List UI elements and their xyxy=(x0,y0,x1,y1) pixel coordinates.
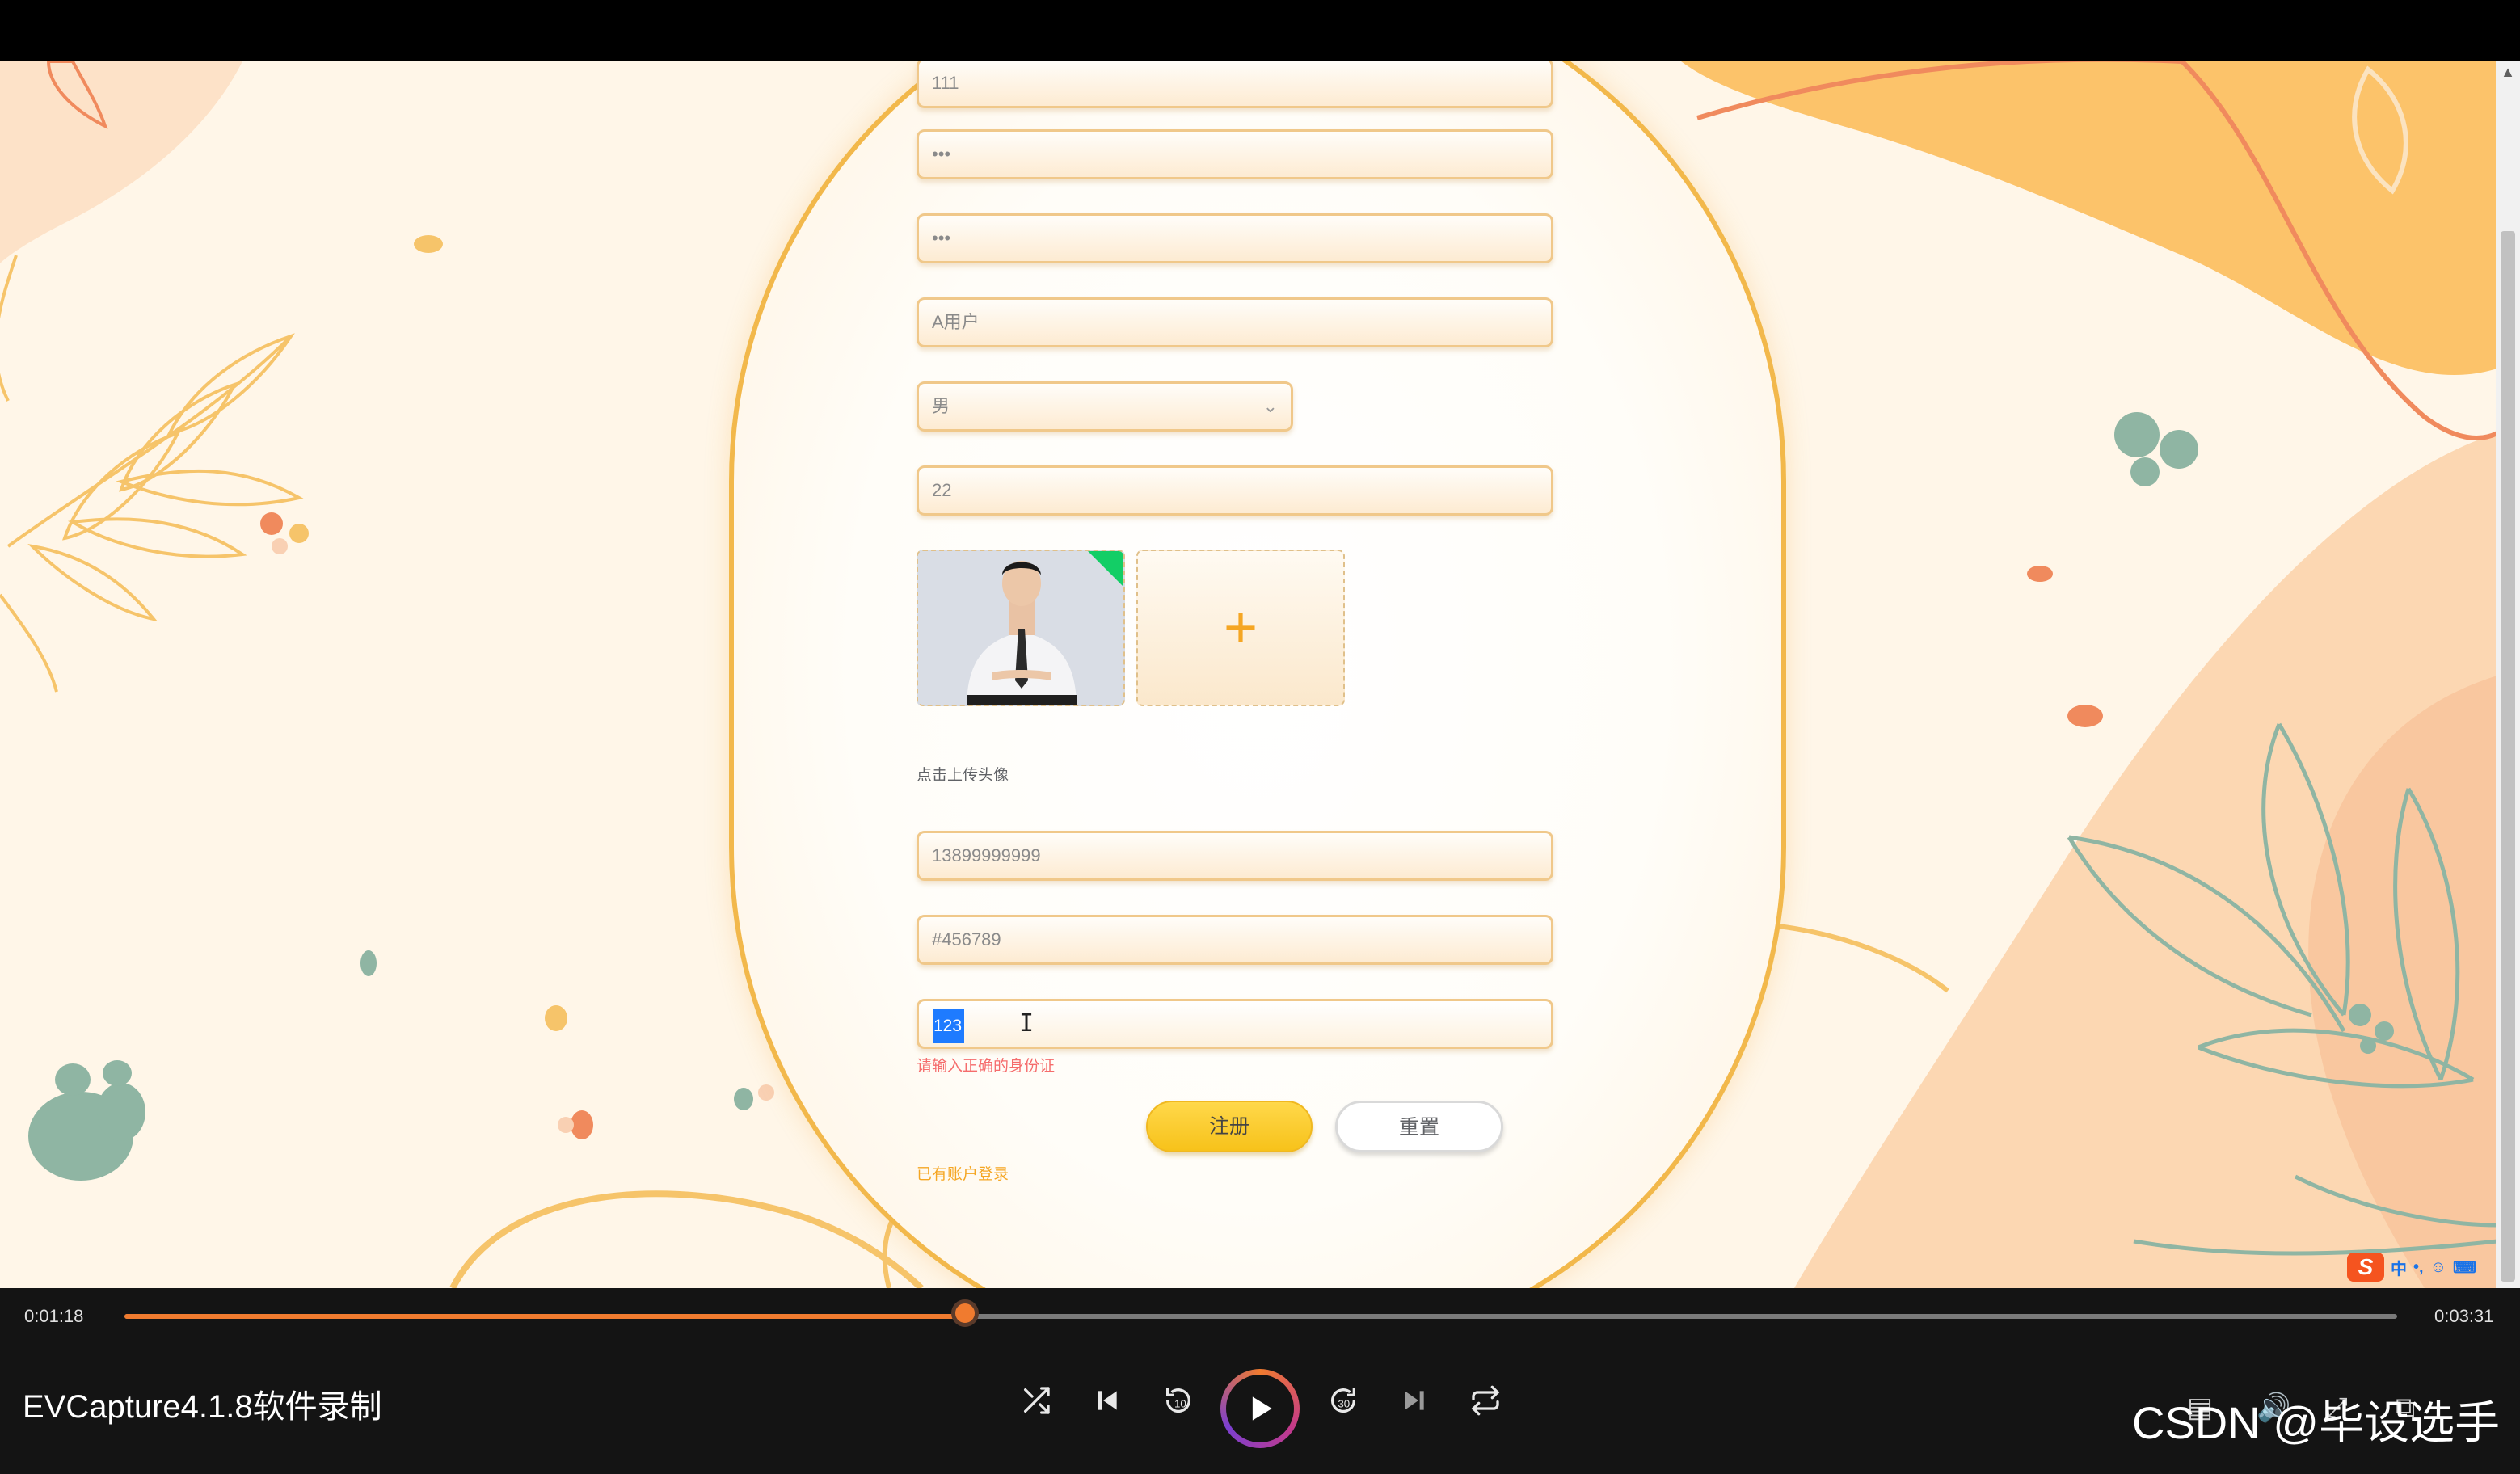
ime-keyboard-icon[interactable]: ⌨ xyxy=(2453,1257,2476,1278)
ime-language-toggle[interactable]: 中 xyxy=(2391,1256,2407,1279)
confirm-password-input[interactable]: ••• xyxy=(917,213,1553,263)
seek-bar-progress xyxy=(124,1314,966,1319)
seek-bar[interactable] xyxy=(124,1314,2397,1319)
name-value: A用户 xyxy=(932,312,980,332)
name-input[interactable]: A用户 xyxy=(917,297,1553,347)
id-card-selected-text: 123 xyxy=(933,1009,964,1043)
forward-30-icon[interactable]: 30 xyxy=(1321,1383,1366,1429)
username-input[interactable]: 111 xyxy=(917,61,1553,108)
id-card-input[interactable]: 123 I xyxy=(917,999,1553,1049)
chevron-down-icon: ⌄ xyxy=(1262,396,1278,416)
upload-hint: 点击上传头像 xyxy=(917,767,1009,784)
ime-toolbar: S 中 •, ☺ ⌨ xyxy=(2347,1253,2476,1282)
browser-viewport: 111 ••• ••• A用户 男 ⌄ 22 + 点击上传头像 13899999… xyxy=(0,61,2520,1288)
window-top-bar xyxy=(0,0,2520,61)
shuffle-icon[interactable] xyxy=(1013,1383,1059,1429)
play-icon xyxy=(1226,1375,1294,1442)
sogou-logo-icon[interactable]: S xyxy=(2347,1253,2384,1282)
gender-value: 男 xyxy=(932,396,950,416)
add-photo-button[interactable]: + xyxy=(1136,550,1345,706)
password-value: ••• xyxy=(932,144,951,164)
age-value: 22 xyxy=(932,480,952,500)
login-link[interactable]: 已有账户登录 xyxy=(917,1162,1009,1184)
svg-text:10: 10 xyxy=(1174,1397,1186,1409)
skip-next-icon[interactable] xyxy=(1392,1383,1437,1429)
age-input[interactable]: 22 xyxy=(917,465,1553,516)
password-input[interactable]: ••• xyxy=(917,129,1553,179)
reset-button[interactable]: 重置 xyxy=(1335,1101,1503,1152)
total-time: 0:03:31 xyxy=(2434,1306,2494,1326)
ime-emoji-icon[interactable]: ☺ xyxy=(2430,1258,2446,1277)
email-input[interactable]: #456789 xyxy=(917,915,1553,965)
upload-success-badge xyxy=(1088,551,1123,587)
ime-punctuation-toggle[interactable]: •, xyxy=(2413,1258,2424,1277)
rewind-10-icon[interactable]: 10 xyxy=(1156,1383,1201,1429)
svg-text:30: 30 xyxy=(1338,1397,1350,1409)
skip-previous-icon[interactable] xyxy=(1085,1383,1130,1429)
username-value: 111 xyxy=(932,73,959,93)
scrollbar-thumb[interactable] xyxy=(2501,231,2515,1282)
email-value: #456789 xyxy=(932,929,1001,950)
page-scrollbar[interactable]: ▲ xyxy=(2496,61,2520,1288)
uploaded-avatar[interactable] xyxy=(917,550,1125,706)
gender-select[interactable]: 男 ⌄ xyxy=(917,381,1293,432)
seek-handle[interactable] xyxy=(951,1299,980,1327)
register-button[interactable]: 注册 xyxy=(1146,1101,1313,1152)
id-card-error: 请输入正确的身份证 xyxy=(917,1058,1056,1075)
confirm-password-value: ••• xyxy=(932,228,951,248)
recording-title: EVCapture4.1.8软件录制 xyxy=(23,1389,382,1425)
repeat-icon[interactable] xyxy=(1463,1383,1508,1429)
plus-icon: + xyxy=(1223,596,1258,660)
phone-input[interactable]: 13899999999 xyxy=(917,831,1553,881)
play-button[interactable] xyxy=(1220,1369,1300,1448)
video-player-bar: 0:01:18 0:03:31 EVCapture4.1.8软件录制 10 30… xyxy=(0,1288,2520,1474)
current-time: 0:01:18 xyxy=(24,1306,84,1326)
text-cursor-icon: I xyxy=(1019,1009,1035,1038)
csdn-watermark: CSDN @毕设选手 xyxy=(2132,1397,2501,1448)
scroll-up-arrow-icon[interactable]: ▲ xyxy=(2501,65,2515,79)
phone-value: 13899999999 xyxy=(932,845,1041,865)
